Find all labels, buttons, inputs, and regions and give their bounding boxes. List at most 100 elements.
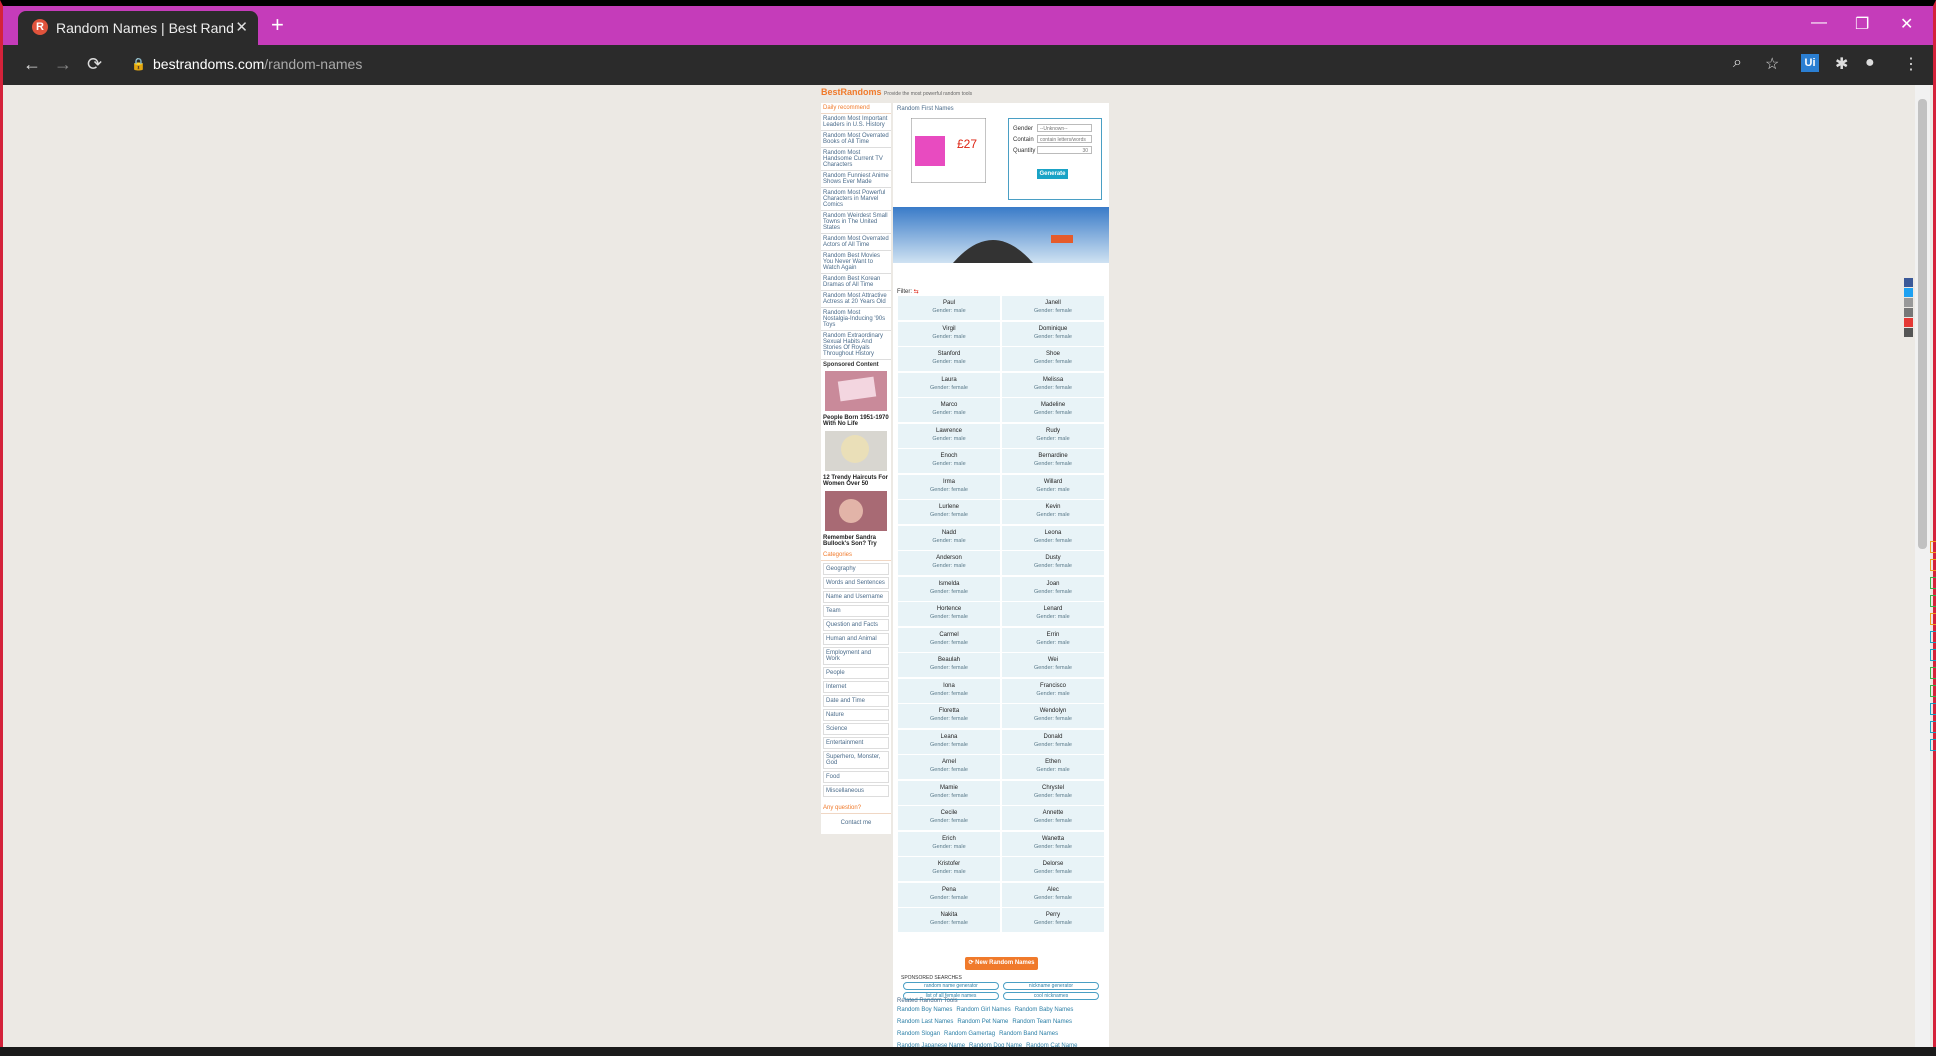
category-link[interactable]: Superhero, Monster, God: [823, 751, 889, 769]
daily-recommend-link[interactable]: Random Most Overrated Books of All Time: [821, 131, 891, 148]
sponsored-title-3[interactable]: Remember Sandra Bullock's Son? Try: [821, 534, 891, 550]
pinterest-icon[interactable]: [1904, 318, 1913, 327]
generate-button[interactable]: Generate: [1037, 169, 1068, 179]
back-icon[interactable]: ←: [23, 54, 41, 75]
browser-tab[interactable]: R Random Names | Best Random T... ✕: [18, 11, 258, 45]
breadcrumb[interactable]: Random First Names: [893, 103, 1109, 115]
side-tab-5[interactable]: [1930, 613, 1936, 625]
restore-button[interactable]: ❐: [1855, 14, 1869, 34]
forward-icon[interactable]: →: [54, 54, 72, 75]
side-tab-6[interactable]: [1930, 631, 1936, 643]
name-card: Wanetta Gender: female: [1002, 831, 1104, 856]
category-link[interactable]: Internet: [823, 681, 889, 693]
related-tool-link[interactable]: Random Slogan: [897, 1031, 940, 1037]
daily-recommend-link[interactable]: Random Most Overrated Actors of All Time: [821, 234, 891, 251]
related-tool-link[interactable]: Random Gamertag: [944, 1031, 995, 1037]
sponsored-image-1[interactable]: [825, 371, 887, 411]
extensions-puzzle-icon[interactable]: ✱: [1835, 54, 1848, 74]
close-window-button[interactable]: ✕: [1900, 14, 1913, 34]
share-icon[interactable]: [1904, 298, 1913, 307]
related-tool-link[interactable]: Random Girl Names: [956, 1007, 1010, 1013]
banner-ad[interactable]: [893, 207, 1109, 263]
minimize-button[interactable]: —: [1811, 14, 1827, 32]
print-icon[interactable]: [1904, 328, 1913, 337]
category-link[interactable]: Nature: [823, 709, 889, 721]
side-tab-8[interactable]: [1930, 667, 1936, 679]
sponsored-image-3[interactable]: [825, 491, 887, 531]
daily-recommend-link[interactable]: Random Most Important Leaders in U.S. Hi…: [821, 114, 891, 131]
daily-recommend-link[interactable]: Random Most Powerful Characters in Marve…: [821, 188, 891, 211]
category-link[interactable]: Employment and Work: [823, 647, 889, 665]
side-tab-7[interactable]: [1930, 649, 1936, 661]
category-link[interactable]: Question and Facts: [823, 619, 889, 631]
address-bar[interactable]: 🔒 bestrandoms.com/random-names: [103, 45, 1703, 85]
page-scrollbar[interactable]: [1915, 85, 1930, 1053]
left-sidebar: Daily recommend Random Most Important Le…: [821, 103, 891, 834]
daily-recommend-link[interactable]: Random Best Movies You Never Want to Wat…: [821, 251, 891, 274]
related-tool-link[interactable]: Random Pet Name: [957, 1019, 1008, 1025]
daily-recommend-link[interactable]: Random Best Korean Dramas of All Time: [821, 274, 891, 291]
side-tab-3[interactable]: [1930, 577, 1936, 589]
contact-me-link[interactable]: Contact me: [821, 814, 891, 834]
menu-kebab-icon[interactable]: ⋮: [1903, 54, 1919, 74]
twitter-icon[interactable]: [1904, 288, 1913, 297]
category-link[interactable]: Food: [823, 771, 889, 783]
email-icon[interactable]: [1904, 308, 1913, 317]
related-tool-link[interactable]: Random Baby Names: [1015, 1007, 1074, 1013]
name-text: Dominique: [1038, 325, 1068, 332]
category-link[interactable]: Miscellaneous: [823, 785, 889, 797]
side-tab-1[interactable]: [1930, 541, 1936, 553]
new-random-names-button[interactable]: ⟳ New Random Names: [965, 957, 1038, 970]
sponsored-image-2[interactable]: [825, 431, 887, 471]
side-tab-2[interactable]: [1930, 559, 1936, 571]
related-tool-link[interactable]: Random Boy Names: [897, 1007, 952, 1013]
profile-avatar-icon[interactable]: ●: [1865, 54, 1875, 72]
sponsored-title-1[interactable]: People Born 1951-1970 With No Life: [821, 414, 891, 430]
related-tool-link[interactable]: Random Last Names: [897, 1019, 953, 1025]
daily-recommend-link[interactable]: Random Most Attractive Actress at 20 Yea…: [821, 291, 891, 308]
extension-ui-icon[interactable]: Ui: [1801, 54, 1819, 72]
category-link[interactable]: Science: [823, 723, 889, 735]
category-link[interactable]: Entertainment: [823, 737, 889, 749]
gender-text: Gender: male: [1036, 690, 1070, 697]
category-link[interactable]: Geography: [823, 563, 889, 575]
bookmark-star-icon[interactable]: ☆: [1765, 54, 1779, 74]
side-tab-12[interactable]: [1930, 739, 1936, 751]
daily-recommend-link[interactable]: Random Extraordinary Sexual Habits And S…: [821, 331, 891, 360]
side-tab-10[interactable]: [1930, 703, 1936, 715]
contain-input[interactable]: contain letters/words: [1037, 135, 1092, 143]
category-link[interactable]: Name and Username: [823, 591, 889, 603]
category-link[interactable]: Team: [823, 605, 889, 617]
daily-recommend-link[interactable]: Random Most Nostalgia-Inducing '90s Toys: [821, 308, 891, 331]
sponsored-search-link[interactable]: random name generator: [903, 982, 999, 990]
related-tool-link[interactable]: Random Band Names: [999, 1031, 1058, 1037]
category-link[interactable]: Human and Animal: [823, 633, 889, 645]
quantity-input[interactable]: 30: [1037, 146, 1092, 154]
side-tab-11[interactable]: [1930, 721, 1936, 733]
zoom-icon[interactable]: ⌕: [1733, 54, 1742, 72]
close-tab-icon[interactable]: ✕: [235, 18, 248, 36]
site-logo[interactable]: BestRandoms: [821, 87, 882, 97]
related-tool-link[interactable]: Random Team Names: [1012, 1019, 1072, 1025]
reload-icon[interactable]: ⟳: [87, 54, 102, 75]
sponsored-title-2[interactable]: 12 Trendy Haircuts For Women Over 50: [821, 474, 891, 490]
filter-clear-icon[interactable]: ⇆: [914, 289, 919, 295]
sponsored-search-link[interactable]: nickname generator: [1003, 982, 1099, 990]
gender-select[interactable]: --Unknown--: [1037, 124, 1092, 132]
gender-text: Gender: male: [932, 537, 966, 544]
side-tab-9[interactable]: [1930, 685, 1936, 697]
name-card: Enoch Gender: male: [898, 449, 1000, 473]
gender-text: Gender: female: [930, 690, 968, 697]
scrollbar-thumb[interactable]: [1918, 99, 1927, 549]
name-text: Errin: [1046, 631, 1060, 638]
ad-image[interactable]: £27: [911, 118, 986, 183]
category-link[interactable]: Date and Time: [823, 695, 889, 707]
category-link[interactable]: People: [823, 667, 889, 679]
daily-recommend-link[interactable]: Random Weirdest Small Towns in The Unite…: [821, 211, 891, 234]
daily-recommend-link[interactable]: Random Funniest Anime Shows Ever Made: [821, 171, 891, 188]
category-link[interactable]: Words and Sentences: [823, 577, 889, 589]
facebook-icon[interactable]: [1904, 278, 1913, 287]
new-tab-button[interactable]: +: [271, 14, 284, 36]
daily-recommend-link[interactable]: Random Most Handsome Current TV Characte…: [821, 148, 891, 171]
side-tab-4[interactable]: [1930, 595, 1936, 607]
